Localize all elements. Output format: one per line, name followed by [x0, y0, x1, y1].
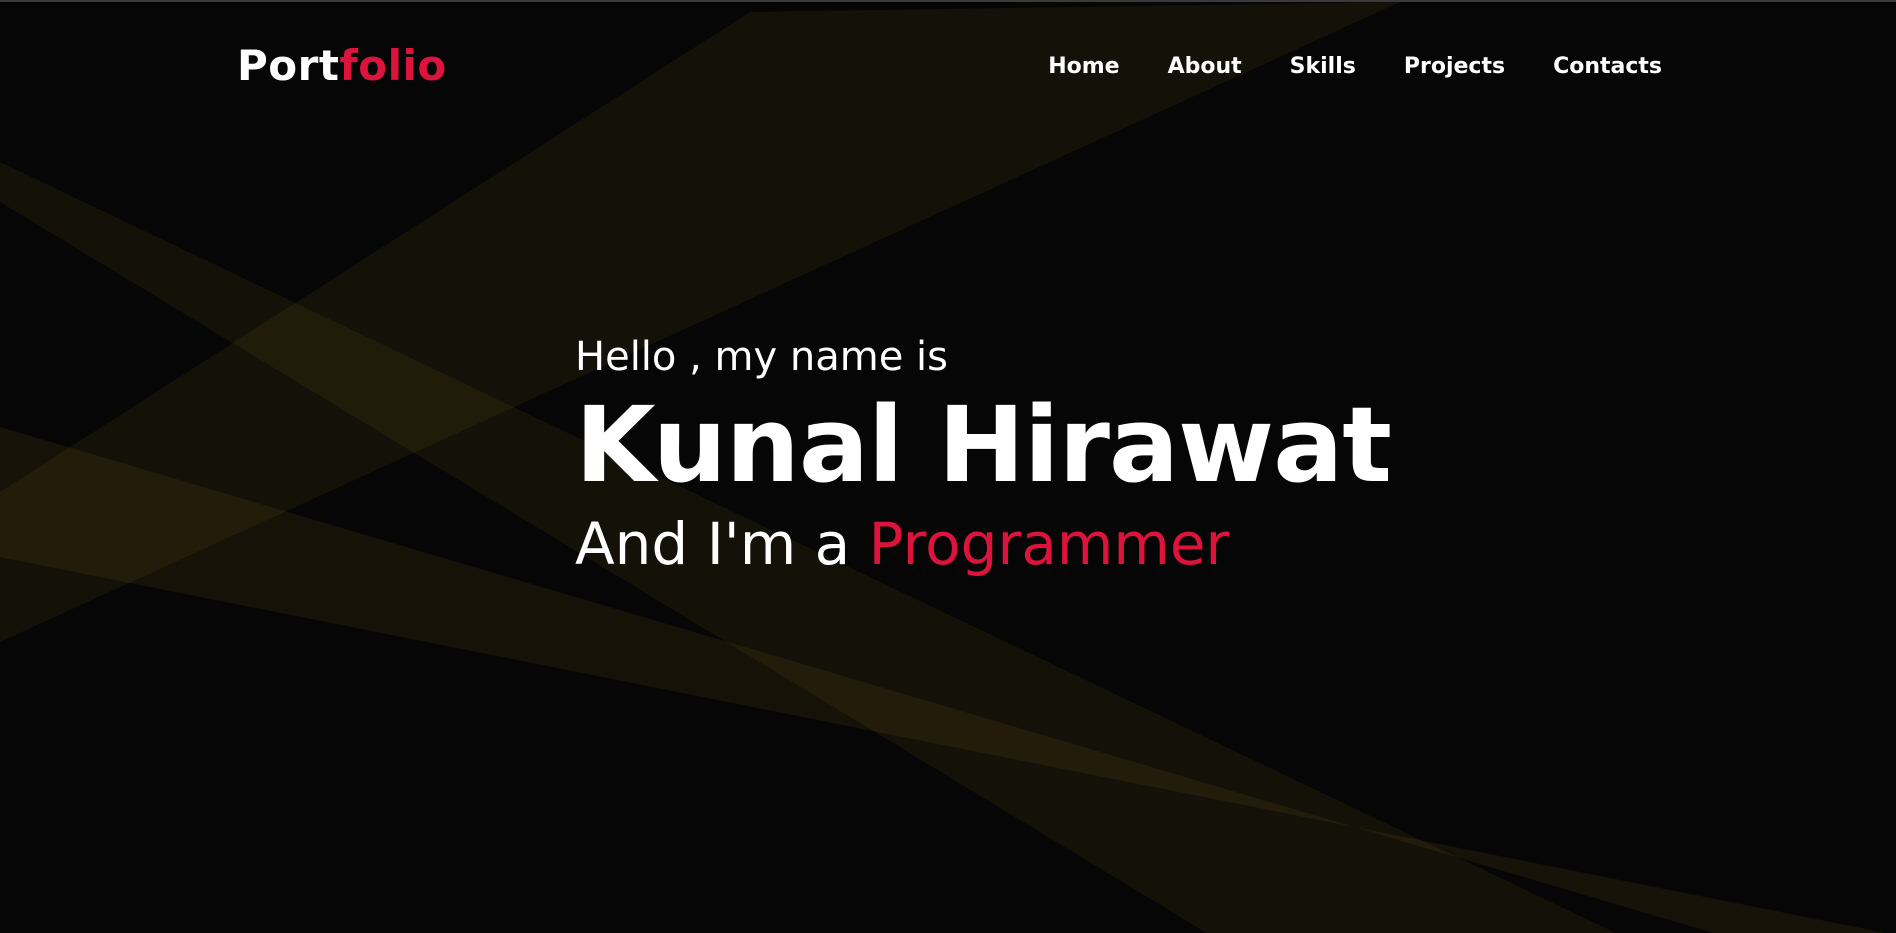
navbar: Portfolio Home About Skills Projects Con…	[0, 2, 1896, 132]
page: Portfolio Home About Skills Projects Con…	[0, 0, 1896, 933]
nav-link-projects[interactable]: Projects	[1404, 54, 1505, 79]
nav-item-projects: Projects	[1404, 52, 1505, 82]
logo-text-main: Port	[237, 41, 340, 90]
hero-name: Kunal Hirawat	[575, 384, 1392, 506]
nav-item-home: Home	[1048, 52, 1119, 82]
nav-link-about[interactable]: About	[1168, 54, 1242, 79]
nav-link-skills[interactable]: Skills	[1290, 54, 1356, 79]
nav-link-home[interactable]: Home	[1048, 54, 1119, 79]
nav-item-skills: Skills	[1290, 52, 1356, 82]
nav-item-contacts: Contacts	[1553, 52, 1662, 82]
logo-text-accent: folio	[339, 41, 447, 90]
hero-role-prefix: And I'm a	[575, 510, 869, 578]
site-logo[interactable]: Portfolio	[237, 40, 447, 92]
nav-menu: Home About Skills Projects Contacts	[1048, 52, 1662, 82]
nav-item-about: About	[1168, 52, 1242, 82]
hero-section: Hello , my name is Kunal Hirawat And I'm…	[575, 332, 1392, 580]
hero-role-highlight: Programmer	[868, 510, 1230, 578]
nav-link-contacts[interactable]: Contacts	[1553, 54, 1662, 79]
hero-greeting: Hello , my name is	[575, 334, 948, 380]
hero-role: And I'm a Programmer	[575, 508, 1391, 580]
